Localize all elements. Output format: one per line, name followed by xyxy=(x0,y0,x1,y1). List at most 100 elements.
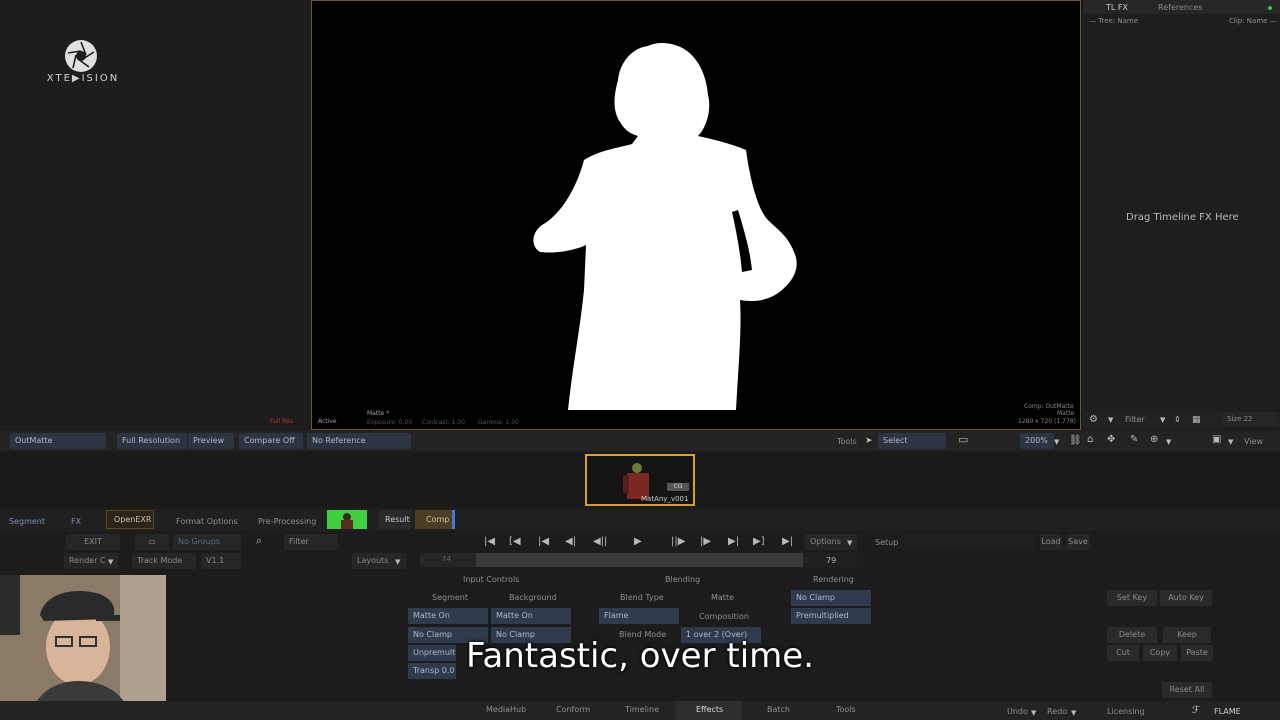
step-back-icon[interactable]: ◀|| xyxy=(593,536,607,548)
view-label[interactable]: View xyxy=(1244,437,1263,446)
clip-name-header[interactable]: Clip: Name — xyxy=(1229,17,1277,25)
flame-label: FLAME xyxy=(1214,707,1241,716)
cut-button[interactable]: Cut xyxy=(1107,645,1139,661)
redo-button[interactable]: Redo xyxy=(1047,707,1067,716)
grid-view-icon[interactable]: ▦ xyxy=(1192,414,1201,426)
cursor-icon[interactable]: ➤ xyxy=(865,435,873,447)
prev-key-icon[interactable]: |◀ xyxy=(538,536,549,548)
viewer-matte-info: Matte xyxy=(1057,410,1075,417)
no-groups-field[interactable]: No Groups xyxy=(173,534,241,550)
select-button[interactable]: Select xyxy=(878,433,946,449)
preview-button[interactable]: Preview xyxy=(188,433,234,449)
greenscreen-node-thumbnail[interactable] xyxy=(327,510,367,529)
filter-chevron-icon[interactable]: ▼ xyxy=(1160,414,1165,426)
compare-button[interactable]: Compare Off xyxy=(239,433,303,449)
tab-conform[interactable]: Conform xyxy=(556,705,590,714)
tab-batch[interactable]: Batch xyxy=(767,705,790,714)
reference-button[interactable]: No Reference xyxy=(307,433,411,449)
link-icon[interactable]: ⛓ xyxy=(1069,435,1082,447)
pre-processing-node[interactable]: Pre-Processing xyxy=(258,517,316,526)
delete-button[interactable]: Delete xyxy=(1107,627,1157,643)
next-key-icon[interactable]: ▶| xyxy=(728,536,739,548)
goto-in-icon[interactable]: [◀ xyxy=(509,536,521,548)
save-button[interactable]: Save xyxy=(1066,534,1090,550)
setup-label[interactable]: Setup xyxy=(875,538,898,547)
next-frame-key-icon[interactable]: |▶ xyxy=(700,536,711,548)
tab-timeline[interactable]: Timeline xyxy=(625,705,659,714)
fx-tab[interactable]: FX xyxy=(71,517,81,526)
licensing-button[interactable]: Licensing xyxy=(1107,707,1145,716)
full-resolution-button[interactable]: Full Resolution xyxy=(117,433,187,449)
render-chevron-icon[interactable]: ▼ xyxy=(108,556,113,568)
undo-button[interactable]: Undo xyxy=(1007,707,1028,716)
tab-references[interactable]: References xyxy=(1158,3,1202,12)
premultiplied-button[interactable]: Premultiplied xyxy=(791,608,871,624)
home-icon[interactable]: ⌂ xyxy=(1087,434,1093,446)
subtitle-caption: Fantastic, over time. xyxy=(465,636,815,676)
play-icon[interactable]: ▶ xyxy=(634,536,642,548)
size-field[interactable]: Size 22 xyxy=(1222,412,1276,426)
prev-frame-key-icon[interactable]: ◀| xyxy=(565,536,576,548)
auto-key-button[interactable]: Auto Key xyxy=(1160,590,1212,606)
move-icon[interactable]: ✥ xyxy=(1107,434,1115,446)
viewer-status-red: Full Res xyxy=(270,418,293,425)
search-icon[interactable]: ⌕ xyxy=(256,535,262,547)
tab-mediahub[interactable]: MediaHub xyxy=(486,705,526,714)
groups-icon-button[interactable]: ▭ xyxy=(135,534,169,550)
options-chevron-icon[interactable]: ▼ xyxy=(847,537,852,549)
zoom-field[interactable]: 200% xyxy=(1020,433,1054,449)
crosshair-icon[interactable]: ⊕ xyxy=(1150,434,1158,446)
logo-aperture-icon xyxy=(65,40,97,72)
format-options-node[interactable]: Format Options xyxy=(176,517,238,526)
sort-icon[interactable]: ⇕ xyxy=(1174,414,1181,426)
viewer-gamma: Gamma: 1.00 xyxy=(478,419,519,426)
setup-field[interactable] xyxy=(904,534,1034,550)
eyedropper-icon[interactable]: ✎ xyxy=(1130,434,1138,446)
viewer-res-info: 1280 x 720 (1.778) xyxy=(1018,418,1076,425)
goto-out-icon[interactable]: ▶] xyxy=(753,536,765,548)
input-controls-header: Input Controls xyxy=(463,575,520,584)
comp-node-label: Comp xyxy=(426,515,450,524)
split-view-icon[interactable]: ▭ xyxy=(958,434,968,446)
chevron-down-icon[interactable]: ▼ xyxy=(1108,414,1113,426)
timeline-scrubber[interactable] xyxy=(476,553,803,567)
segment-tab[interactable]: Segment xyxy=(9,517,45,526)
no-clamp-render-button[interactable]: No Clamp xyxy=(791,590,871,606)
filter-field[interactable]: Filter xyxy=(284,534,338,550)
thumbnail-clip-name: MatAny_v001 xyxy=(641,495,689,503)
copy-button[interactable]: Copy xyxy=(1143,645,1177,661)
undo-chevron-icon[interactable]: ▼ xyxy=(1031,707,1036,719)
tab-effects[interactable]: Effects xyxy=(696,705,723,714)
goto-end-icon[interactable]: ▶| xyxy=(782,536,793,548)
matte-on-background-button[interactable]: Matte On xyxy=(491,608,571,624)
flame-blend-button[interactable]: Flame xyxy=(599,608,679,624)
step-forward-icon[interactable]: ||▶ xyxy=(671,536,685,548)
tab-tools[interactable]: Tools xyxy=(836,705,856,714)
version-field[interactable]: V1.1 xyxy=(201,553,241,569)
gear-icon[interactable]: ⚙ xyxy=(1089,414,1098,426)
right-filter-label[interactable]: Filter xyxy=(1125,415,1145,424)
viewer-matte-label: Matte * xyxy=(367,410,390,417)
matte-on-segment-button[interactable]: Matte On xyxy=(408,608,488,624)
openexr-node-label: OpenEXR xyxy=(114,515,152,524)
matte-col-label: Matte xyxy=(711,593,734,602)
paste-button[interactable]: Paste xyxy=(1181,645,1213,661)
tab-tl-fx[interactable]: TL FX xyxy=(1106,3,1128,12)
blending-header: Blending xyxy=(665,575,701,584)
outmatte-button[interactable]: OutMatte xyxy=(10,433,106,449)
layout-chevron-icon[interactable]: ▼ xyxy=(1228,436,1233,448)
exit-button[interactable]: EXIT xyxy=(66,534,120,550)
set-key-button[interactable]: Set Key xyxy=(1107,590,1157,606)
layouts-chevron-icon[interactable]: ▼ xyxy=(395,556,400,568)
crosshair-chevron-icon[interactable]: ▼ xyxy=(1166,436,1171,448)
zoom-chevron-icon[interactable]: ▼ xyxy=(1054,436,1059,448)
track-mode-button[interactable]: Track Mode xyxy=(132,553,196,569)
layout-icon[interactable]: ▣ xyxy=(1212,434,1221,446)
tree-name-header[interactable]: — Tree: Name xyxy=(1089,17,1138,25)
goto-start-icon[interactable]: |◀ xyxy=(484,536,495,548)
load-button[interactable]: Load xyxy=(1040,534,1062,550)
flame-logo-icon: ℱ xyxy=(1192,705,1200,716)
keep-button[interactable]: Keep xyxy=(1163,627,1211,643)
redo-chevron-icon[interactable]: ▼ xyxy=(1071,707,1076,719)
reset-all-button[interactable]: Reset All xyxy=(1162,682,1212,698)
